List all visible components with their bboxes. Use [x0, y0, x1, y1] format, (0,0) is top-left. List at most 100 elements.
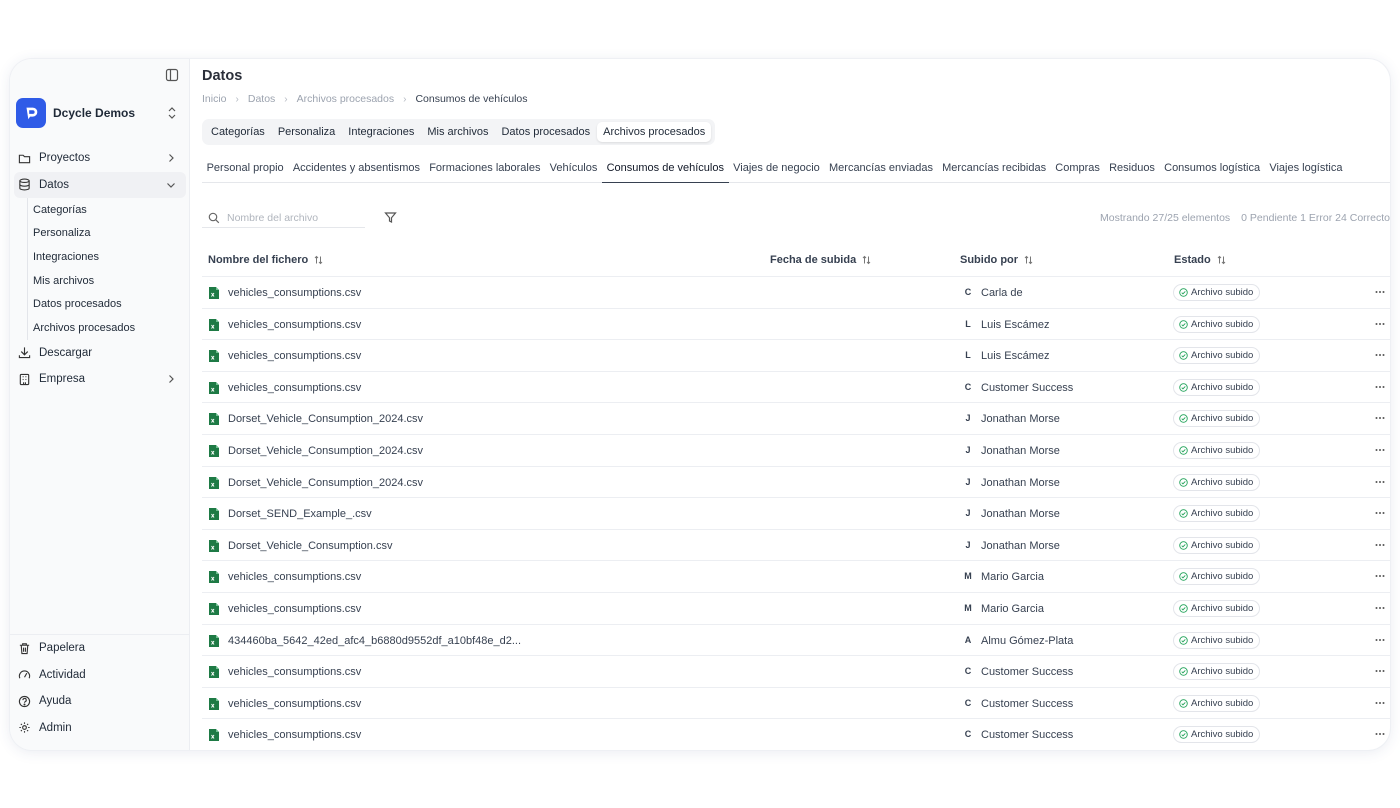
more-options-icon[interactable]: [1374, 570, 1386, 582]
tab-compras[interactable]: Compras: [1051, 157, 1105, 183]
tab-categorias[interactable]: Categorías: [205, 122, 271, 142]
file-name[interactable]: vehicles_consumptions.csv: [228, 287, 361, 299]
sort-icon[interactable]: [862, 255, 871, 265]
sort-icon[interactable]: [314, 255, 323, 265]
table-row[interactable]: vehicles_consumptions.csv C Customer Succe…: [202, 719, 1390, 750]
sidebar-item-empresa[interactable]: Empresa: [14, 366, 186, 393]
tab-viajes-logistica[interactable]: Viajes logística: [1265, 157, 1347, 183]
tab-datos-procesados[interactable]: Datos procesados: [495, 122, 596, 142]
status-badge: Archivo subido: [1173, 378, 1261, 396]
table-row[interactable]: vehicles_consumptions.csv C Carla de Archiv…: [202, 277, 1390, 309]
sidebar-subitem-datos-procesados[interactable]: Datos procesados: [33, 292, 190, 316]
more-options-icon[interactable]: [1374, 444, 1386, 456]
tab-mis-archivos[interactable]: Mis archivos: [421, 122, 494, 142]
breadcrumb-archivos-procesados[interactable]: Archivos procesados: [297, 93, 394, 105]
sidebar-item-actividad[interactable]: Actividad: [14, 662, 186, 689]
breadcrumb-datos[interactable]: Datos: [248, 93, 275, 105]
more-options-icon[interactable]: [1374, 665, 1386, 677]
breadcrumb-inicio[interactable]: Inicio: [202, 93, 227, 105]
file-name[interactable]: vehicles_consumptions.csv: [228, 729, 361, 741]
sidebar-subitem-personaliza[interactable]: Personaliza: [33, 222, 190, 246]
sidebar-subitem-categorias[interactable]: Categorías: [33, 198, 190, 222]
sidebar-collapse-icon[interactable]: [165, 68, 179, 82]
tab-integraciones[interactable]: Integraciones: [342, 122, 420, 142]
file-name[interactable]: vehicles_consumptions.csv: [228, 350, 361, 362]
status-badge: Archivo subido: [1173, 284, 1261, 301]
table-row[interactable]: vehicles_consumptions.csv C Customer Succe…: [202, 656, 1390, 688]
chevron-updown-icon[interactable]: [166, 106, 178, 120]
tab-mercancias-recibidas[interactable]: Mercancías recibidas: [938, 157, 1051, 183]
table-row[interactable]: Dorset_Vehicle_Consumption.csv J Jonathan …: [202, 530, 1390, 562]
sort-icon[interactable]: [1217, 255, 1226, 265]
sidebar-item-ayuda[interactable]: Ayuda: [14, 688, 186, 715]
status-text: Archivo subido: [1191, 602, 1254, 614]
table-row[interactable]: vehicles_consumptions.csv C Customer Succe…: [202, 688, 1390, 720]
table-row[interactable]: vehicles_consumptions.csv C Customer Succe…: [202, 372, 1390, 404]
tab-viajes-de-negocio[interactable]: Viajes de negocio: [729, 157, 825, 183]
table-row[interactable]: vehicles_consumptions.csv M Mario Garcia Ar…: [202, 561, 1390, 593]
table-row[interactable]: vehicles_consumptions.csv L Luis Escámez Ar…: [202, 340, 1390, 372]
more-options-icon[interactable]: [1374, 602, 1386, 614]
file-name[interactable]: Dorset_Vehicle_Consumption_2024.csv: [228, 477, 423, 489]
tab-archivos-procesados[interactable]: Archivos procesados: [597, 122, 712, 142]
table-row[interactable]: 434460ba_5642_42ed_afc4_b6880d9552df_a10…: [202, 625, 1390, 657]
table-row[interactable]: Dorset_Vehicle_Consumption_2024.csv J Jona…: [202, 403, 1390, 435]
tab-consumos-logistica[interactable]: Consumos logística: [1160, 157, 1265, 183]
tab-vehiculos[interactable]: Vehículos: [545, 157, 602, 183]
table-row[interactable]: vehicles_consumptions.csv L Luis Escámez Ar…: [202, 309, 1390, 341]
sidebar-item-proyectos[interactable]: Proyectos: [14, 145, 186, 172]
more-options-icon[interactable]: [1374, 697, 1386, 709]
more-options-icon[interactable]: [1374, 539, 1386, 551]
more-options-icon[interactable]: [1374, 507, 1386, 519]
file-name[interactable]: vehicles_consumptions.csv: [228, 666, 361, 678]
more-options-icon[interactable]: [1374, 381, 1386, 393]
column-estado[interactable]: Estado: [1174, 254, 1226, 266]
sidebar-subitem-integraciones[interactable]: Integraciones: [33, 245, 190, 269]
tab-personal-propio[interactable]: Personal propio: [202, 157, 288, 183]
more-options-icon[interactable]: [1374, 634, 1386, 646]
sidebar-item-datos[interactable]: Datos: [14, 171, 186, 198]
file-name[interactable]: vehicles_consumptions.csv: [228, 698, 361, 710]
table-row[interactable]: vehicles_consumptions.csv M Mario Garcia Ar…: [202, 593, 1390, 625]
sidebar-item-admin[interactable]: Admin: [14, 715, 186, 742]
tab-mercancias-enviadas[interactable]: Mercancías enviadas: [824, 157, 937, 183]
tab-formaciones-laborales[interactable]: Formaciones laborales: [425, 157, 545, 183]
column-subido-por[interactable]: Subido por: [960, 254, 1033, 266]
file-name[interactable]: vehicles_consumptions.csv: [228, 571, 361, 583]
column-nombre[interactable]: Nombre del fichero: [208, 254, 323, 266]
more-options-icon[interactable]: [1374, 728, 1386, 740]
sidebar-subitem-archivos-procesados[interactable]: Archivos procesados: [33, 316, 190, 340]
more-options-icon[interactable]: [1374, 318, 1386, 330]
csv-file-icon: [208, 665, 220, 679]
tab-consumos-de-vehiculos[interactable]: Consumos de vehículos: [601, 157, 729, 183]
file-name[interactable]: Dorset_Vehicle_Consumption_2024.csv: [228, 413, 423, 425]
more-options-icon[interactable]: [1374, 412, 1386, 424]
uploader-name: Mario Garcia: [981, 571, 1044, 584]
file-name[interactable]: vehicles_consumptions.csv: [228, 382, 361, 394]
table-row[interactable]: Dorset_Vehicle_Consumption_2024.csv J Jona…: [202, 435, 1390, 467]
tab-personaliza[interactable]: Personaliza: [272, 122, 341, 142]
org-switcher[interactable]: Dcycle Demos: [16, 97, 178, 129]
tab-accidentes-y-absentismos[interactable]: Accidentes y absentismos: [288, 157, 424, 183]
sort-icon[interactable]: [1024, 255, 1033, 265]
more-options-icon[interactable]: [1374, 349, 1386, 361]
sidebar-item-papelera[interactable]: Papelera: [14, 635, 186, 662]
file-name[interactable]: 434460ba_5642_42ed_afc4_b6880d9552df_a10…: [228, 635, 521, 647]
more-options-icon[interactable]: [1374, 286, 1386, 298]
file-name[interactable]: Dorset_Vehicle_Consumption_2024.csv: [228, 445, 423, 457]
sidebar-subitem-mis-archivos[interactable]: Mis archivos: [33, 269, 190, 293]
status-badge: Archivo subido: [1173, 410, 1261, 428]
file-name[interactable]: Dorset_Vehicle_Consumption.csv: [228, 540, 392, 552]
table-row[interactable]: Dorset_SEND_Example_.csv J Jonathan Morse A…: [202, 498, 1390, 530]
file-name[interactable]: vehicles_consumptions.csv: [228, 319, 361, 331]
search-input[interactable]: [227, 212, 357, 224]
more-options-icon[interactable]: [1374, 476, 1386, 488]
status-text: Archivo subido: [1191, 287, 1254, 298]
sidebar-item-descargar[interactable]: Descargar: [14, 340, 186, 367]
file-name[interactable]: vehicles_consumptions.csv: [228, 603, 361, 615]
filter-icon[interactable]: [384, 211, 397, 224]
file-name[interactable]: Dorset_SEND_Example_.csv: [228, 508, 372, 520]
tab-residuos[interactable]: Residuos: [1104, 157, 1159, 183]
column-fecha[interactable]: Fecha de subida: [770, 254, 871, 266]
table-row[interactable]: Dorset_Vehicle_Consumption_2024.csv J Jona…: [202, 467, 1390, 499]
